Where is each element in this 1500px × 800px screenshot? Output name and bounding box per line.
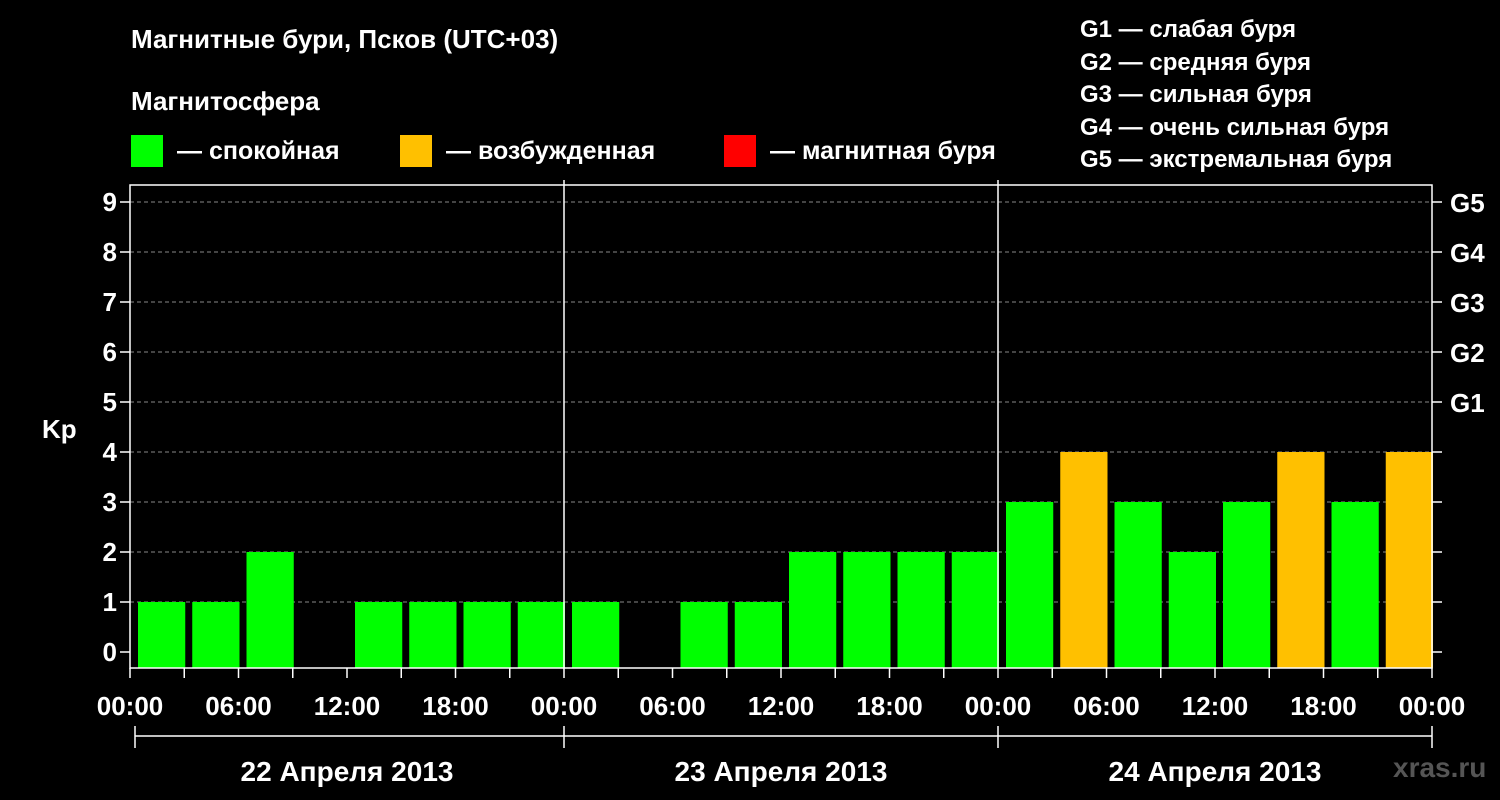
y-tick-label: 6 [103, 337, 117, 367]
x-tick-label: 00:00 [531, 691, 598, 721]
x-tick-label: 06:00 [639, 691, 706, 721]
kp-bar [680, 602, 728, 668]
x-tick-label: 06:00 [205, 691, 272, 721]
kp-bar [789, 552, 837, 668]
kp-bar [572, 602, 620, 668]
y-tick-label: 3 [103, 487, 117, 517]
kp-bar [355, 602, 403, 668]
x-tick-label: 18:00 [856, 691, 923, 721]
y-tick-label: 5 [103, 387, 117, 417]
y-axis-label: Kp [42, 414, 77, 444]
y-tick-label: 2 [103, 537, 117, 567]
y-tick-label: 0 [103, 637, 117, 667]
kp-bar [192, 602, 240, 668]
kp-bar [1060, 452, 1108, 668]
watermark: xras.ru [1393, 752, 1487, 783]
kp-bar [246, 552, 294, 668]
g-tick-label: G1 [1450, 388, 1485, 418]
kp-bar [1331, 502, 1379, 668]
kp-bar [734, 602, 782, 668]
kp-bar [1223, 502, 1271, 668]
y-tick-label: 8 [103, 237, 117, 267]
g-tick-label: G4 [1450, 238, 1485, 268]
day-label: 22 Апреля 2013 [241, 756, 454, 787]
kp-bar [138, 602, 186, 668]
g-tick-label: G3 [1450, 288, 1485, 318]
y-tick-label: 1 [103, 587, 117, 617]
x-tick-label: 00:00 [1399, 691, 1466, 721]
day-label: 23 Апреля 2013 [675, 756, 888, 787]
kp-bar [463, 602, 511, 668]
day-label: 24 Апреля 2013 [1109, 756, 1322, 787]
kp-bar [951, 552, 999, 668]
x-tick-label: 12:00 [1182, 691, 1249, 721]
kp-bar [1006, 502, 1054, 668]
kp-bar [1385, 452, 1433, 668]
kp-bar [409, 602, 457, 668]
kp-bar [897, 552, 945, 668]
y-tick-label: 4 [103, 437, 118, 467]
kp-bar [1277, 452, 1325, 668]
kp-bar [843, 552, 891, 668]
x-tick-label: 18:00 [1290, 691, 1357, 721]
g-tick-label: G5 [1450, 188, 1485, 218]
kp-bar [1168, 552, 1216, 668]
x-tick-label: 12:00 [748, 691, 815, 721]
kp-bar-chart: 0 1 2 3 4 5 6 7 8 9 G1 G2 G3 G4 G5 Kp 00:00 06:00 12:00 18:… [42, 180, 1485, 787]
x-tick-label: 06:00 [1073, 691, 1140, 721]
g-tick-label: G2 [1450, 338, 1485, 368]
x-tick-label: 12:00 [314, 691, 381, 721]
x-tick-label: 00:00 [97, 691, 164, 721]
kp-bar [1114, 502, 1162, 668]
x-tick-label: 00:00 [965, 691, 1032, 721]
kp-bar [517, 602, 565, 668]
y-tick-label: 7 [103, 287, 117, 317]
x-tick-label: 18:00 [422, 691, 489, 721]
y-tick-label: 9 [103, 187, 117, 217]
